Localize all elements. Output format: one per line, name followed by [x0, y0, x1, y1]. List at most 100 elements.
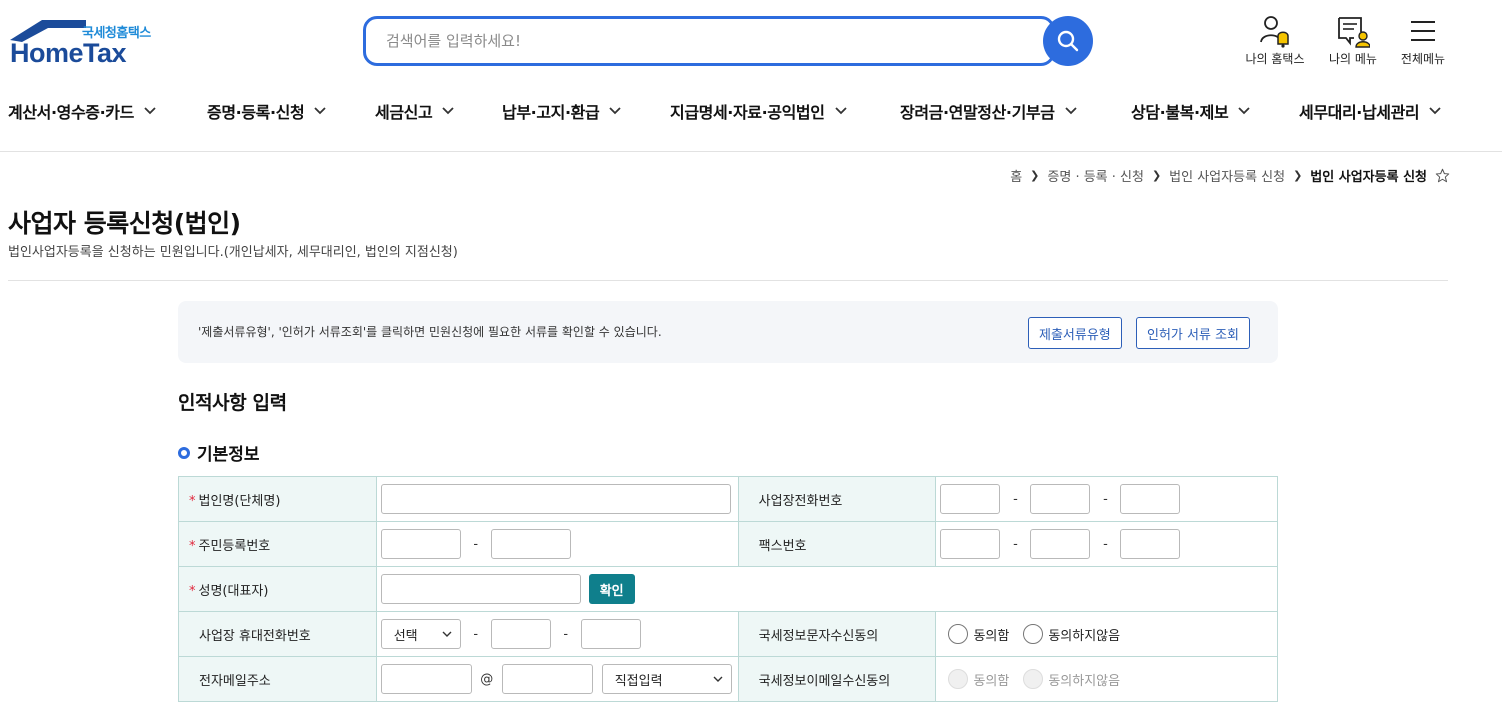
required-mark: *: [189, 538, 196, 554]
resident-no-front-input[interactable]: [380, 529, 461, 559]
nav-label: 상담·불복·제보: [1131, 103, 1229, 122]
nav-item-payment-statement[interactable]: 지급명세·자료·공익법인: [670, 92, 847, 130]
dash-separator: -: [563, 626, 569, 642]
breadcrumb-corp-registration[interactable]: 법인 사업자등록 신청: [1169, 166, 1285, 185]
select-value: 직접입력: [614, 673, 663, 689]
chevron-down-icon: [442, 631, 452, 637]
email-domain-select[interactable]: 직접입력: [601, 664, 732, 694]
subsection-title: 기본정보: [178, 440, 260, 465]
required-mark: *: [189, 493, 196, 509]
radio-circle-icon: [948, 669, 969, 689]
rep-name-label: * 성명(대표자): [178, 566, 377, 612]
sms-consent-label: 국세정보문자수신동의: [737, 611, 937, 657]
nav-item-consulting[interactable]: 상담·불복·제보: [1131, 92, 1250, 130]
nav-label: 장려금·연말정산·기부금: [900, 103, 1055, 122]
nav-divider: [0, 151, 1502, 152]
user-bell-icon: [1260, 16, 1289, 48]
label-text: 성명(대표자): [198, 583, 269, 599]
radio-circle-icon: [1023, 624, 1044, 644]
page-description: 법인사업자등록을 신청하는 민원입니다.(개인납세자, 세무대리인, 법인의 지…: [8, 245, 458, 260]
rep-name-input[interactable]: [380, 574, 581, 604]
breadcrumb-certificates[interactable]: 증명 · 등록 · 신청: [1047, 166, 1144, 185]
table-row: * 법인명(단체명) 사업장전화번호 --: [178, 476, 1278, 522]
nav-label: 납부·고지·환급: [502, 103, 600, 122]
biz-phone-part1-input[interactable]: [940, 484, 1001, 514]
all-menu-label: 전체메뉴: [1400, 52, 1446, 66]
select-value: 선택: [393, 628, 418, 644]
fax-label: 팩스번호: [737, 521, 937, 567]
sms-agree-radio[interactable]: 동의함: [948, 624, 1009, 644]
breadcrumb-current: 법인 사업자등록 신청: [1310, 170, 1427, 185]
search-input[interactable]: [386, 19, 1026, 63]
mobile-last-input[interactable]: [580, 619, 641, 649]
permit-doc-lookup-button[interactable]: 인허가 서류 조회: [1136, 317, 1250, 349]
section-title: 인적사항 입력: [178, 392, 287, 414]
search-button[interactable]: [1043, 16, 1093, 66]
nav-label: 증명·등록·신청: [207, 103, 305, 122]
biz-phone-part3-input[interactable]: [1120, 484, 1181, 514]
nav-label: 지급명세·자료·공익법인: [670, 103, 825, 122]
label-text: 법인명(단체명): [198, 493, 281, 509]
label-text: 주민등록번호: [198, 538, 271, 554]
dash-separator: -: [473, 626, 479, 642]
nav-item-payment[interactable]: 납부·고지·환급: [502, 92, 621, 130]
nav-item-incentives[interactable]: 장려금·연말정산·기부금: [900, 92, 1077, 130]
email-id-input[interactable]: [380, 664, 472, 694]
breadcrumb: 홈 ❯ 증명 · 등록 · 신청 ❯ 법인 사업자등록 신청 ❯ 법인 사업자등…: [1010, 166, 1450, 185]
email-consent-cell: 동의함 동의하지않음: [935, 656, 1278, 702]
my-hometax-label: 나의 홈택스: [1245, 52, 1305, 66]
nav-item-tax-agent[interactable]: 세무대리·납세관리: [1299, 92, 1441, 130]
radio-circle-icon: [1023, 669, 1044, 689]
email-domain-input[interactable]: [501, 664, 593, 694]
mobile-prefix-select[interactable]: 선택: [380, 619, 461, 649]
fax-part2-input[interactable]: [1030, 529, 1091, 559]
chevron-down-icon: [834, 107, 847, 115]
dash-separator: -: [1013, 491, 1018, 507]
mobile-cell: 선택 - -: [375, 611, 739, 657]
mobile-mid-input[interactable]: [490, 619, 551, 649]
hamburger-icon: [1411, 21, 1435, 41]
nav-item-certificates[interactable]: 증명·등록·신청: [207, 92, 326, 130]
nav-label: 세무대리·납세관리: [1299, 103, 1420, 122]
corp-name-input[interactable]: [380, 484, 731, 514]
corp-name-label: * 법인명(단체명): [178, 476, 377, 522]
nav-item-tax-return[interactable]: 세금신고: [375, 92, 454, 130]
biz-phone-part2-input[interactable]: [1030, 484, 1091, 514]
breadcrumb-home[interactable]: 홈: [1010, 166, 1022, 185]
my-hometax-button[interactable]: 나의 홈택스: [1235, 14, 1315, 67]
logo-title: HomeTax: [10, 38, 127, 68]
chevron-down-icon: [1429, 107, 1441, 115]
menu-note-icon: [1338, 17, 1370, 48]
basic-info-table: * 법인명(단체명) 사업장전화번호 -- * 주민등록번호 - 팩스번호 -- *…: [178, 476, 1279, 702]
email-label: 전자메일주소: [178, 656, 377, 702]
favorite-star-icon[interactable]: [1435, 168, 1450, 183]
radio-label: 동의하지않음: [1048, 673, 1121, 689]
mobile-label: 사업장 휴대전화번호: [178, 611, 377, 657]
chevron-down-icon: [442, 107, 454, 115]
fax-part1-input[interactable]: [940, 529, 1001, 559]
doc-type-button[interactable]: 제출서류유형: [1028, 317, 1122, 349]
dash-separator: -: [1013, 536, 1018, 552]
my-menu-button[interactable]: 나의 메뉴: [1313, 14, 1393, 67]
chevron-down-icon: [1064, 107, 1077, 115]
subsection-label: 기본정보: [197, 445, 260, 465]
radio-circle-icon: [948, 624, 969, 644]
notice-box: '제출서류유형', '인허가 서류조회'를 클릭하면 민원신청에 필요한 서류를…: [178, 301, 1278, 363]
confirm-button[interactable]: 확인: [588, 574, 635, 604]
bullet-circle-icon: [178, 446, 190, 459]
resident-no-back-input[interactable]: [490, 529, 571, 559]
dash-separator: -: [1103, 491, 1108, 507]
chevron-down-icon: [314, 107, 326, 115]
sms-disagree-radio[interactable]: 동의하지않음: [1023, 624, 1120, 644]
at-sign: @: [480, 671, 494, 687]
chevron-down-icon: [144, 107, 156, 115]
main-nav: 계산서·영수증·카드 증명·등록·신청 세금신고 납부·고지·환급 지급명세·자…: [0, 92, 1502, 130]
nav-item-receipts[interactable]: 계산서·영수증·카드: [8, 92, 156, 130]
chevron-down-icon: [713, 676, 723, 682]
table-row: * 성명(대표자) 확인: [178, 566, 1279, 612]
fax-part3-input[interactable]: [1120, 529, 1181, 559]
all-menu-button[interactable]: 전체메뉴: [1383, 14, 1463, 67]
hometax-logo[interactable]: 국세청홈택스 HomeTax: [8, 16, 158, 68]
email-agree-radio: 동의함: [948, 669, 1009, 689]
table-row: 전자메일주소 @ 직접입력 국세정보이메일수신동의 동의함 동의하지않음: [178, 656, 1278, 702]
